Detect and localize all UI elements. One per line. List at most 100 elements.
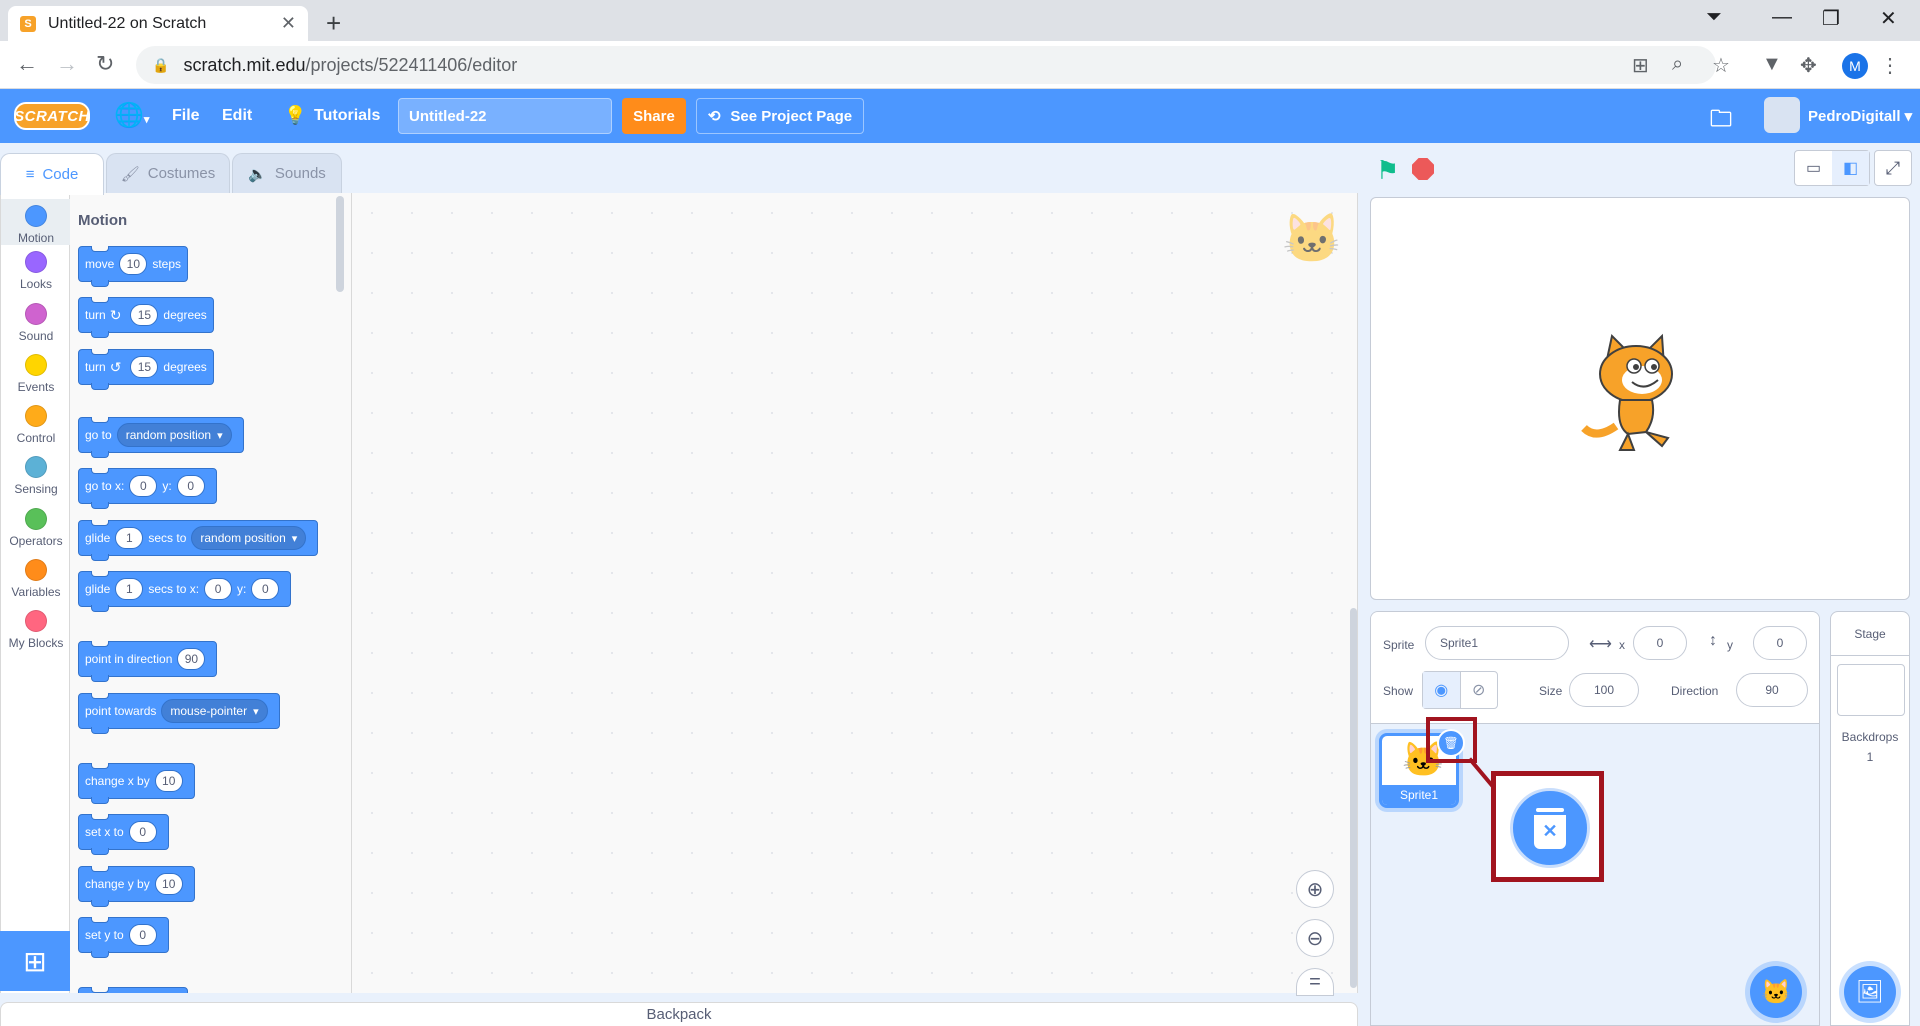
size-input[interactable]: 100 <box>1569 673 1639 707</box>
block-turn-right[interactable]: turn ↻ 15 degrees <box>78 297 214 338</box>
direction-field[interactable]: 90 <box>1736 673 1808 707</box>
direction-input[interactable]: 90 <box>177 648 206 670</box>
stop-icon[interactable] <box>1412 158 1434 180</box>
fullscreen-icon[interactable]: ⤢ <box>1874 150 1912 186</box>
browser-menu-icon[interactable]: ⋮ <box>1880 53 1900 78</box>
cat-sprite[interactable] <box>1576 330 1692 456</box>
y-input[interactable]: 0 <box>1753 626 1807 660</box>
turn-left-input[interactable]: 15 <box>130 356 159 378</box>
restore-icon[interactable]: ❐ <box>1822 6 1840 31</box>
palette-scrollbar[interactable] <box>336 196 344 292</box>
glide-y-input[interactable]: 0 <box>251 578 280 600</box>
url-input[interactable]: 🔒 scratch.mit.edu/projects/522411406/edi… <box>136 46 1716 84</box>
turn-right-input[interactable]: 15 <box>130 304 159 326</box>
go-to-y-input[interactable]: 0 <box>176 475 205 497</box>
choose-backdrop-button[interactable]: 🖼 <box>1844 966 1896 1018</box>
block-turn-left[interactable]: turn ↺ 15 degrees <box>78 349 214 390</box>
zoom-icon[interactable]: ⌕ <box>1672 53 1683 76</box>
extension-icon[interactable]: ▼ <box>1762 53 1782 76</box>
close-window-icon[interactable]: ✕ <box>1880 6 1897 31</box>
reload-icon[interactable]: ↻ <box>96 51 114 77</box>
block-change-y[interactable]: change y by 10 <box>78 866 195 907</box>
minimize-icon[interactable]: — <box>1772 6 1792 29</box>
code-workspace[interactable] <box>352 193 1358 993</box>
set-y-input[interactable]: 0 <box>128 924 157 946</box>
stage-selector[interactable]: Stage Backdrops 1 <box>1830 611 1910 1026</box>
block-set-x[interactable]: set x to 0 <box>78 814 169 855</box>
block-point-towards[interactable]: point towards mouse-pointer <box>78 693 280 734</box>
move-steps-input[interactable]: 10 <box>119 253 148 275</box>
glide-x-input[interactable]: 0 <box>204 578 233 600</box>
go-to-dropdown[interactable]: random position <box>116 423 232 447</box>
change-y-input[interactable]: 10 <box>154 873 183 895</box>
block-partial[interactable] <box>78 987 188 993</box>
new-tab-icon[interactable]: + <box>326 8 341 39</box>
block-glide-to[interactable]: glide 1 secs to random position <box>78 520 319 561</box>
block-go-to[interactable]: go to random position <box>78 417 244 458</box>
block-point-in-direction[interactable]: point in direction 90 <box>78 641 218 682</box>
forward-icon[interactable]: → <box>56 51 78 77</box>
zoom-in-icon[interactable]: ⊕ <box>1296 870 1334 908</box>
see-project-page-button[interactable]: ⟲ See Project Page <box>696 98 864 134</box>
set-x-input[interactable]: 0 <box>128 821 157 843</box>
category-events[interactable]: Events <box>1 354 71 394</box>
category-sound[interactable]: Sound <box>1 303 71 343</box>
workspace-scrollbar[interactable] <box>1350 608 1357 988</box>
edit-menu[interactable]: Edit <box>222 107 252 125</box>
project-title-input[interactable]: Untitled-22 <box>398 98 612 134</box>
translate-icon[interactable]: ⊞ <box>1632 53 1649 78</box>
sprite-name-input[interactable]: Sprite1 <box>1425 626 1569 660</box>
block-glide-to-xy[interactable]: glide 1 secs to x: 0 y: 0 <box>78 571 292 612</box>
bookmark-star-icon[interactable]: ☆ <box>1712 53 1730 78</box>
block-change-x[interactable]: change x by 10 <box>78 763 195 804</box>
workspace-sprite-icon: 🐱 <box>1282 213 1342 266</box>
stage-thumbnail[interactable] <box>1837 664 1905 716</box>
go-to-x-input[interactable]: 0 <box>129 475 158 497</box>
tab-sounds[interactable]: 🔈 Sounds <box>232 153 342 193</box>
category-my-blocks[interactable]: My Blocks <box>1 610 71 650</box>
category-operators[interactable]: Operators <box>1 508 71 548</box>
scratch-logo[interactable]: SCRATCH <box>14 102 90 130</box>
browser-tab[interactable]: S Untitled-22 on Scratch ✕ <box>8 6 308 41</box>
block-set-y[interactable]: set y to 0 <box>78 917 169 958</box>
glide-secs-input[interactable]: 1 <box>115 527 144 549</box>
glide-xy-secs-input[interactable]: 1 <box>115 578 144 600</box>
tab-costumes[interactable]: 🖌 Costumes <box>106 153 230 193</box>
block-move-steps[interactable]: move 10 steps <box>78 246 189 287</box>
username[interactable]: PedroDigitall ▾ <box>1808 107 1912 125</box>
tutorials-button[interactable]: Tutorials <box>314 107 380 125</box>
green-flag-icon[interactable]: ⚑ <box>1376 155 1399 186</box>
back-icon[interactable]: ← <box>16 51 38 77</box>
profile-avatar[interactable]: M <box>1842 53 1868 79</box>
category-variables[interactable]: Variables <box>1 559 71 599</box>
block-go-to-xy[interactable]: go to x: 0 y: 0 <box>78 468 217 509</box>
small-stage-icon[interactable]: ▭ <box>1795 151 1832 185</box>
share-button[interactable]: Share <box>622 98 686 134</box>
file-menu[interactable]: File <box>172 107 200 125</box>
add-extension-button[interactable]: ⊞ <box>0 931 70 991</box>
browser-tab-bar: S Untitled-22 on Scratch ✕ + ⏷ — ❐ ✕ <box>0 0 1920 41</box>
category-control[interactable]: Control <box>1 405 71 445</box>
choose-sprite-button[interactable]: 🐱 <box>1750 966 1802 1018</box>
large-stage-icon[interactable]: ◧ <box>1832 151 1869 185</box>
language-globe-icon[interactable]: 🌐▾ <box>114 101 149 130</box>
category-looks[interactable]: Looks <box>1 251 71 291</box>
backpack[interactable]: Backpack <box>0 1002 1358 1026</box>
show-eye-icon[interactable]: ◉ <box>1423 672 1461 708</box>
tab-search-icon[interactable]: ⏷ <box>1706 6 1722 29</box>
hide-eye-icon[interactable]: ⊘ <box>1461 672 1498 708</box>
tutorials-bulb-icon[interactable]: 💡 <box>284 105 306 126</box>
category-sensing[interactable]: Sensing <box>1 456 71 496</box>
change-x-input[interactable]: 10 <box>154 770 183 792</box>
my-stuff-folder-icon[interactable]: 🗀 <box>1710 102 1732 140</box>
close-tab-icon[interactable]: ✕ <box>281 13 296 34</box>
user-avatar[interactable] <box>1764 97 1800 133</box>
point-towards-dropdown[interactable]: mouse-pointer <box>161 699 268 723</box>
tab-code[interactable]: ≡ Code <box>0 153 104 195</box>
puzzle-icon[interactable]: ✥ <box>1800 53 1817 78</box>
category-motion[interactable]: Motion <box>1 199 71 245</box>
x-input[interactable]: 0 <box>1633 626 1687 660</box>
rotate-left-icon: ↺ <box>109 358 122 375</box>
glide-to-dropdown[interactable]: random position <box>191 526 307 550</box>
zoom-out-icon[interactable]: ⊖ <box>1296 919 1334 957</box>
